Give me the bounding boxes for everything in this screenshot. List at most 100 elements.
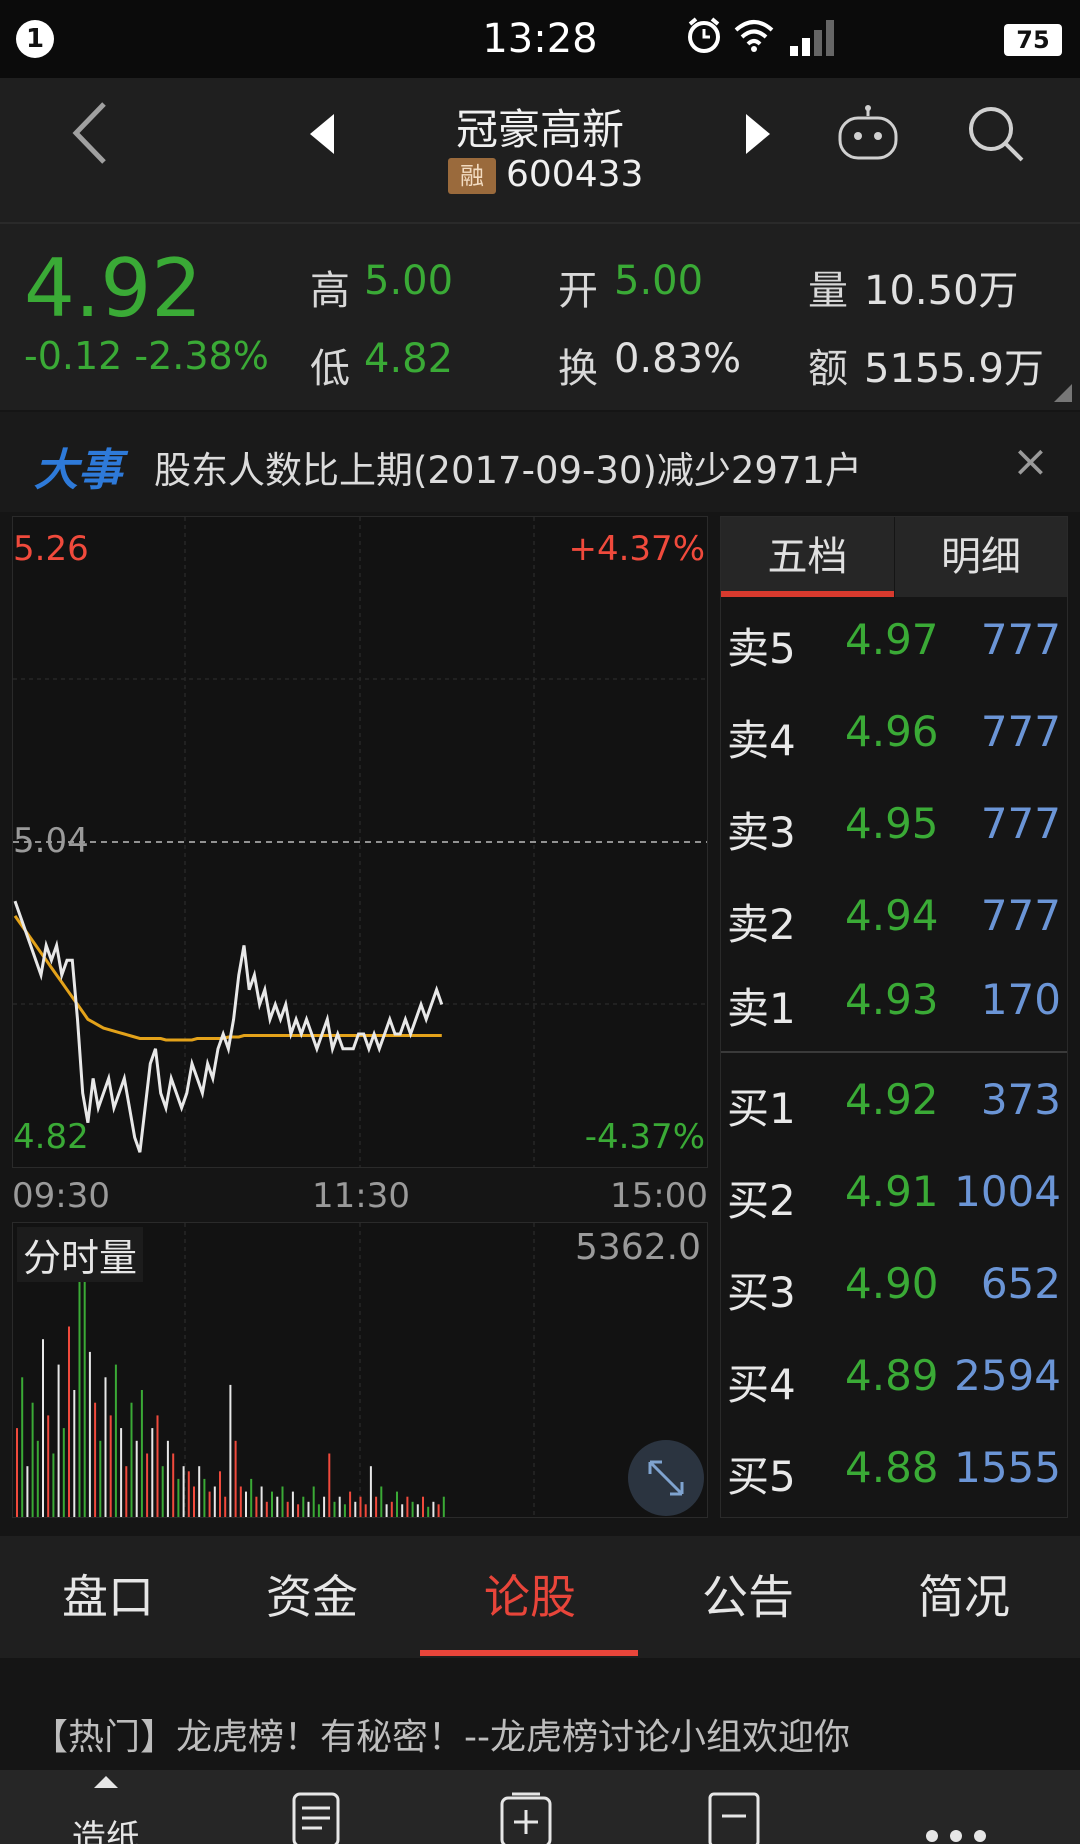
volume-bar (406, 1496, 409, 1517)
row-volume: 373 (980, 1075, 1061, 1124)
orderbook-row[interactable]: 卖1 4.93 170 (721, 957, 1067, 1049)
tab-order-panel[interactable]: 盘口 (0, 1536, 216, 1658)
volume-bar (234, 1440, 237, 1517)
tab-announcements[interactable]: 公告 (640, 1536, 856, 1658)
orderbook-row[interactable]: 卖3 4.95 777 (721, 781, 1067, 873)
post-text[interactable]: 【热门】龙虎榜！有秘密！--龙虎榜讨论小组欢迎你 (32, 1708, 850, 1760)
volume-bar (276, 1496, 279, 1517)
more-icon (926, 1830, 986, 1842)
industry-button[interactable]: 造纸 (36, 1770, 176, 1844)
remove-button[interactable] (664, 1770, 804, 1844)
robot-icon[interactable] (836, 104, 900, 164)
volume-bar (338, 1496, 341, 1517)
orderbook-row[interactable]: 买2 4.91 1004 (721, 1149, 1067, 1241)
alarm-icon (688, 17, 720, 53)
orderbook-row[interactable]: 买4 4.89 2594 (721, 1333, 1067, 1425)
notes-button[interactable] (246, 1770, 386, 1844)
orderbook-row[interactable]: 买3 4.90 652 (721, 1241, 1067, 1333)
news-tag: 大事 (34, 445, 122, 496)
volume-bar (302, 1496, 305, 1517)
volume-bar (99, 1440, 102, 1517)
volume-bar (140, 1390, 143, 1517)
price-change: -0.12 -2.38% (24, 334, 269, 378)
hot-post[interactable]: 【热门】龙虎榜！有秘密！--龙虎榜讨论小组欢迎你 (0, 1672, 1080, 1772)
row-price: 4.97 (845, 615, 939, 664)
volume-bar (166, 1440, 169, 1517)
quote-panel: 4.92 -0.12 -2.38% 高 5.00 低 4.82 开 5.00 换… (0, 224, 1080, 410)
turnover-value: 0.83% (614, 336, 742, 382)
volume-bar (245, 1491, 247, 1517)
stock-header: 冠豪高新 融 600433 (0, 78, 1080, 224)
expand-corner-icon[interactable] (1054, 384, 1072, 402)
search-icon[interactable] (966, 104, 1026, 164)
turnover-label: 换 (558, 346, 598, 392)
volume-bar (260, 1486, 263, 1517)
tab-funds[interactable]: 资金 (204, 1536, 420, 1658)
volume-bar (172, 1453, 175, 1517)
amount-label: 额 (808, 346, 848, 392)
volume-bar (442, 1496, 445, 1517)
volume-bar (380, 1486, 383, 1517)
news-text[interactable]: 股东人数比上期(2017-09-30)减少2971户 (154, 440, 862, 494)
tab-details[interactable]: 明细 (894, 517, 1067, 597)
y-axis-mid-label: 5.04 (13, 821, 89, 861)
volume-bar (78, 1275, 81, 1517)
volume-bar (36, 1440, 39, 1517)
bottom-toolbar: 造纸 (0, 1770, 1080, 1844)
orderbook-row[interactable]: 卖4 4.96 777 (721, 689, 1067, 781)
orderbook-row[interactable]: 卖2 4.94 777 (721, 873, 1067, 965)
volume-bar (146, 1453, 149, 1517)
volume-bar (255, 1496, 258, 1517)
volume-bar (271, 1491, 273, 1517)
time-axis: 09:30 11:30 15:00 (12, 1170, 708, 1226)
row-label: 卖4 (727, 716, 796, 765)
volume-bar (73, 1390, 76, 1517)
volume-bar (422, 1496, 424, 1517)
more-button[interactable] (888, 1770, 1028, 1844)
volume-bar (26, 1466, 29, 1517)
volume-bar (208, 1491, 211, 1517)
row-label: 买5 (727, 1452, 796, 1501)
time-label-open: 09:30 (12, 1176, 110, 1216)
close-icon[interactable]: × (1012, 436, 1049, 487)
row-price: 4.95 (845, 799, 939, 848)
add-watchlist-button[interactable] (456, 1770, 596, 1844)
volume-bar (239, 1486, 242, 1517)
news-banner[interactable]: 大事 股东人数比上期(2017-09-30)减少2971户 × (0, 412, 1080, 512)
fullscreen-button[interactable] (628, 1440, 704, 1516)
row-volume: 1555 (954, 1443, 1061, 1492)
intraday-chart[interactable]: 5.26 +4.37% 5.04 4.82 -4.37% (12, 516, 708, 1168)
volume-bar (94, 1402, 97, 1517)
current-price: 4.92 (24, 242, 203, 335)
volume-bar (213, 1486, 216, 1517)
orderbook-row[interactable]: 卖5 4.97 777 (721, 597, 1067, 689)
orderbook-tabs: 五档 明细 (721, 517, 1067, 597)
row-volume: 777 (980, 707, 1061, 756)
volume-bar (31, 1402, 34, 1517)
orderbook-row[interactable]: 买1 4.92 373 (721, 1057, 1067, 1149)
tab-five-levels[interactable]: 五档 (721, 517, 894, 597)
volume-bar (16, 1428, 18, 1517)
volume-bar (177, 1478, 180, 1517)
volume-chart[interactable]: 分时量 5362.0 (12, 1222, 708, 1518)
open-value: 5.00 (614, 258, 704, 304)
row-volume: 652 (980, 1259, 1061, 1308)
tab-overview[interactable]: 简况 (856, 1536, 1072, 1658)
row-volume: 1004 (954, 1167, 1061, 1216)
volume-bar (333, 1501, 336, 1517)
volume-bar (369, 1466, 372, 1517)
volume-bar (291, 1491, 294, 1517)
status-time: 13:28 (482, 16, 598, 62)
next-stock-icon[interactable] (744, 112, 774, 156)
row-volume: 777 (980, 799, 1061, 848)
row-price: 4.91 (845, 1167, 939, 1216)
expand-icon (648, 1460, 684, 1496)
caret-up-icon (94, 1776, 118, 1788)
volume-bar (135, 1440, 138, 1517)
y-axis-top-pct: +4.37% (568, 529, 706, 569)
tab-discussion[interactable]: 论股 (422, 1536, 638, 1658)
orderbook-row[interactable]: 买5 4.88 1555 (721, 1425, 1067, 1517)
active-tab-indicator (420, 1650, 638, 1656)
row-price: 4.96 (845, 707, 939, 756)
volume-bar (161, 1466, 164, 1517)
